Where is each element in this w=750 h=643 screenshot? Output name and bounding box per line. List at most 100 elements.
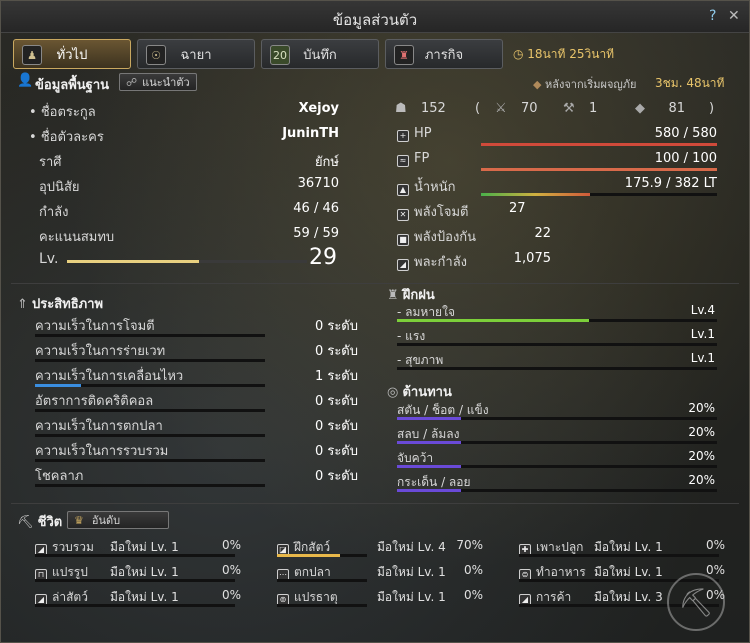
tab-label: ฉายา	[180, 47, 212, 63]
life-skill[interactable]: ◢ รวบรวม มือใหม่ Lv. 1 0%	[35, 538, 245, 562]
intro-button[interactable]: ☍ แนะนำตัว	[119, 73, 197, 91]
adventure-time: 3ชม. 48นาที	[655, 76, 725, 90]
contribution-points: 152	[421, 101, 446, 116]
power-row: ◢ พละกำลัง 1,075	[397, 251, 557, 272]
life-emblem-icon: ⛏	[667, 573, 725, 631]
life-skill[interactable]: ⊚ แปรธาตุ มือใหม่ Lv. 1 0%	[277, 588, 487, 612]
hp-bar	[481, 143, 717, 146]
weight-bar-fill	[481, 193, 590, 196]
adventure-label: ◆ หลังจากเริ่มผจญภัย	[533, 75, 637, 93]
efficiency-bar	[35, 359, 265, 362]
efficiency-header: ประสิทธิภาพ	[32, 297, 104, 312]
info-label: • ชื่อตัวละคร	[29, 130, 104, 145]
resist-icon: ◎	[387, 385, 403, 400]
section-divider	[11, 283, 739, 284]
info-row-zodiac: ราศี ยักษ์	[39, 151, 339, 172]
life-skill[interactable]: ⊓ แปรรูป มือใหม่ Lv. 1 0%	[35, 563, 245, 587]
efficiency-label: โชคลาภ	[35, 469, 84, 484]
calendar-icon: 20	[270, 45, 290, 65]
resistance-row: จับคว้า 20%	[397, 449, 717, 473]
efficiency-label: ความเร็วในการเคลื่อนไหว	[35, 369, 184, 384]
tab-titles[interactable]: ☉ ฉายา	[137, 39, 255, 69]
character-name: JuninTH	[282, 126, 339, 141]
info-row-temper: อุปนิสัย 36710	[39, 176, 339, 197]
help-icon[interactable]: ?	[709, 8, 716, 24]
efficiency-bar	[35, 409, 265, 412]
tab-general[interactable]: ♟ ทั่วไป	[13, 39, 131, 69]
life-skill[interactable]: ⋯ ตกปลา มือใหม่ Lv. 1 0%	[277, 563, 487, 587]
dumbbell-icon: ♜	[387, 288, 403, 303]
hp-row: + HP 580 / 580	[397, 126, 717, 146]
training-bar	[397, 319, 717, 322]
energy-points: 81	[668, 101, 685, 116]
fp-row: ≈ FP 100 / 100	[397, 151, 717, 171]
power-label: พละกำลัง	[414, 255, 468, 270]
attack-icon: ✕	[397, 209, 409, 221]
life-skill[interactable]: ◪ ฝึกสัตว์ มือใหม่ Lv. 4 70%	[277, 538, 487, 562]
basic-info-bar: 👤 ข้อมูลพื้นฐาน ☍ แนะนำตัว ◆ หลังจากเริ่…	[15, 73, 737, 93]
defense-row: ■ พลังป้องกัน 22	[397, 226, 557, 247]
efficiency-value: 0 ระดับ	[314, 394, 358, 409]
training-bar-fill	[397, 319, 589, 322]
life-xp: 1	[589, 101, 598, 116]
efficiency-label: ความเร็วในการโจมตี	[35, 319, 155, 334]
level-value: 29	[309, 245, 337, 270]
zodiac-value: ยักษ์	[314, 155, 339, 170]
paren-close: )	[709, 101, 715, 116]
paren-open: (	[475, 101, 481, 116]
points-row: ☗ 152 ( ⚔ 70 ⚒ 1 ◆ 81 )	[395, 101, 725, 116]
life-skill-name: แปรรูป	[52, 565, 88, 579]
info-row-energy: กำลัง 46 / 46	[39, 201, 339, 222]
profile-window: ข้อมูลส่วนตัว ? ✕ ♟ ทั่วไป ☉ ฉายา 20 บัน…	[0, 0, 750, 643]
section-divider	[11, 503, 739, 504]
plus-icon: +	[397, 130, 409, 142]
resistance-value: 20%	[688, 449, 715, 463]
info-label: อุปนิสัย	[39, 180, 80, 195]
training-value: Lv.1	[690, 351, 715, 365]
hp-label: HP	[414, 126, 432, 141]
pickaxe-icon: ⚒	[563, 101, 575, 116]
level-progress-bar	[67, 260, 307, 263]
life-skill[interactable]: ◢ ล่าสัตว์ มือใหม่ Lv. 1 0%	[35, 588, 245, 612]
resistance-bar-fill	[397, 465, 461, 468]
quest-icon: ♜	[394, 45, 414, 65]
training-row: - ลมหายใจ Lv.4	[397, 303, 717, 327]
rank-button[interactable]: ♛ อันดับ	[67, 511, 169, 529]
life-skill-bar	[35, 554, 235, 557]
resistance-bar	[397, 417, 717, 420]
level-label: Lv.	[39, 251, 59, 267]
efficiency-label: อัตราการติดคริติคอล	[35, 394, 154, 409]
life-skill-rank: มือใหม่ Lv. 4	[377, 540, 446, 554]
info-label: • ชื่อตระกูล	[29, 105, 96, 120]
efficiency-row: โชคลาภ 0 ระดับ	[35, 465, 360, 491]
resistance-bar-fill	[397, 417, 461, 420]
weight-icon: ▲	[397, 184, 409, 196]
life-skill-bar	[277, 579, 367, 582]
info-label: คะแนนสมทบ	[39, 230, 115, 245]
shield-icon: ■	[397, 234, 409, 246]
efficiency-label: ความเร็วในการร่ายเวท	[35, 344, 166, 359]
clock-icon: ◷	[513, 47, 528, 61]
close-icon[interactable]: ✕	[728, 8, 740, 24]
title-bar[interactable]: ข้อมูลส่วนตัว ? ✕	[1, 1, 749, 33]
life-skill-rank: มือใหม่ Lv. 1	[377, 590, 446, 604]
life-skill-name: เพาะปลูก	[536, 540, 584, 554]
efficiency-row: อัตราการติดคริติคอล 0 ระดับ	[35, 390, 360, 416]
life-skill[interactable]: ✚ เพาะปลูก มือใหม่ Lv. 1 0%	[519, 538, 729, 562]
attack-value: 27	[509, 201, 526, 216]
tab-journal[interactable]: 20 บันทึก	[261, 39, 379, 69]
life-skill-name: ทำอาหาร	[536, 565, 586, 579]
efficiency-bar-fill	[35, 384, 81, 387]
tab-quests[interactable]: ♜ ภารกิจ	[385, 39, 503, 69]
person-icon: ♟	[22, 45, 42, 65]
life-skill-percent: 0%	[221, 538, 241, 552]
power-value: 1,075	[513, 251, 551, 266]
life-skill-name: ตกปลา	[294, 565, 331, 579]
efficiency-value: 0 ระดับ	[314, 319, 358, 334]
life-skill-percent: 0%	[463, 563, 483, 577]
life-skill-percent: 70%	[456, 538, 483, 552]
life-skill-bar	[277, 554, 367, 557]
training-header: ฝึกฝน	[402, 288, 435, 303]
tab-label: ภารกิจ	[424, 47, 464, 63]
pickaxe-icon: ⛏	[17, 515, 38, 530]
